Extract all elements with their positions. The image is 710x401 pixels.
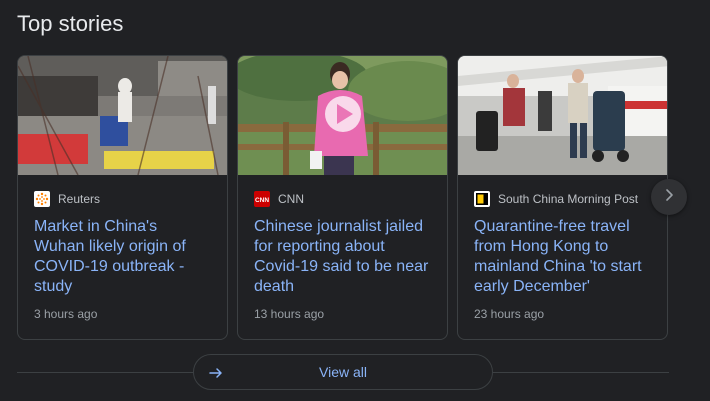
story-source: CNN CNN	[254, 191, 431, 207]
story-headline[interactable]: Chinese journalist jailed for reporting …	[254, 217, 431, 297]
story-thumbnail[interactable]	[238, 56, 447, 175]
arrow-right-icon	[208, 365, 224, 381]
story-card-cnn[interactable]: CNN CNN Chinese journalist jailed for re…	[237, 55, 448, 340]
source-name: CNN	[278, 192, 304, 206]
svg-text:CNN: CNN	[255, 197, 269, 204]
chevron-right-icon	[661, 187, 677, 208]
story-thumbnail[interactable]	[18, 56, 227, 175]
source-name: South China Morning Post	[498, 192, 639, 206]
cnn-logo-icon: CNN	[254, 191, 270, 207]
divider	[493, 372, 669, 373]
section-title: Top stories	[17, 11, 124, 36]
story-card-reuters[interactable]: Reuters Market in China's Wuhan likely o…	[17, 55, 228, 340]
divider	[17, 372, 193, 373]
story-card-scmp[interactable]: South China Morning Post Quarantine-free…	[457, 55, 668, 340]
carousel-next-button[interactable]	[651, 179, 687, 215]
source-name: Reuters	[58, 192, 101, 206]
reuters-logo-icon	[34, 191, 50, 207]
view-all-label: View all	[319, 364, 367, 380]
story-thumbnail[interactable]	[458, 56, 667, 175]
story-headline[interactable]: Quarantine-free travel from Hong Kong to…	[474, 217, 651, 297]
story-time: 23 hours ago	[474, 307, 545, 321]
story-source: South China Morning Post	[474, 191, 651, 207]
story-headline[interactable]: Market in China's Wuhan likely origin of…	[34, 217, 211, 297]
story-time: 3 hours ago	[34, 307, 98, 321]
view-all-button[interactable]: View all	[193, 354, 493, 390]
scmp-logo-icon	[474, 191, 490, 207]
story-carousel: Reuters Market in China's Wuhan likely o…	[17, 55, 668, 340]
story-time: 13 hours ago	[254, 307, 325, 321]
story-source: Reuters	[34, 191, 211, 207]
